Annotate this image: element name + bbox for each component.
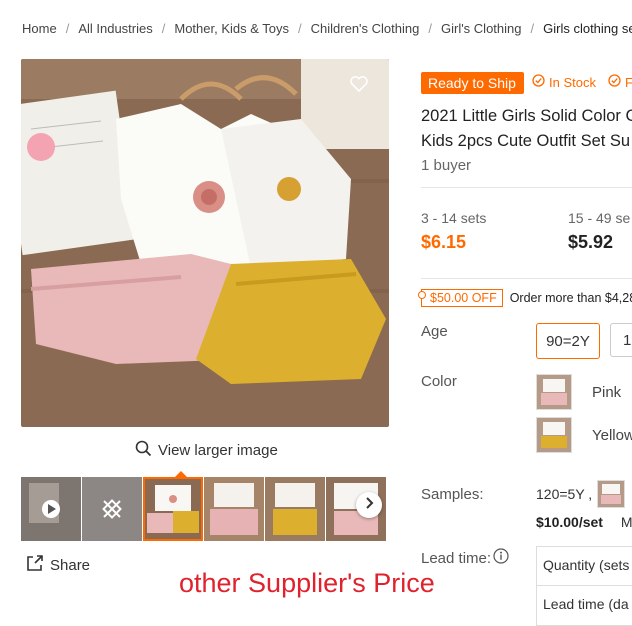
coupon-banner[interactable]: $50.00 OFF Order more than $4,28 <box>418 289 632 307</box>
color-option-yellow[interactable]: Yellow <box>536 417 632 453</box>
breadcrumb-separator: / <box>428 21 432 36</box>
check-circle-icon <box>608 74 621 90</box>
lead-time-days-row: Lead time (da <box>537 585 632 624</box>
chevron-right-icon <box>364 496 374 514</box>
sample-extra: M <box>620 514 632 530</box>
product-title-line-2: Kids 2pcs Cute Outfit Set Su <box>421 132 631 150</box>
sample-size: 120=5Y , <box>536 486 593 502</box>
breadcrumb-girls-clothing[interactable]: Girl's Clothing <box>441 21 522 36</box>
lead-time-quantity-row: Quantity (sets <box>543 557 630 573</box>
breadcrumb: Home / All Industries / Mother, Kids & Toys /… <box>22 21 632 36</box>
yellow-swatch-image <box>536 417 572 453</box>
main-product-image[interactable] <box>21 59 389 427</box>
divider <box>421 278 632 279</box>
fast-dispatch-label: Fa <box>624 74 632 90</box>
coupon-amount: $50.00 OFF <box>418 289 503 307</box>
favorite-heart-icon[interactable] <box>349 74 369 94</box>
thumbnail-video[interactable] <box>21 477 81 541</box>
breadcrumb-mother-kids-toys[interactable]: Mother, Kids & Toys <box>174 21 289 36</box>
check-circle-icon <box>532 74 545 90</box>
color-option-label: Yellow <box>592 426 632 444</box>
age-option-next[interactable]: 1 <box>610 323 632 357</box>
share-label: Share <box>50 556 91 574</box>
price-tier-value: $5.92 <box>568 232 614 252</box>
breadcrumb-home[interactable]: Home <box>22 21 57 36</box>
lead-time-label: Lead time: <box>421 549 492 567</box>
view-larger-image-link[interactable]: View larger image <box>135 440 278 461</box>
ready-to-ship-badge: Ready to Ship <box>421 72 524 94</box>
age-label: Age <box>421 323 448 340</box>
pink-swatch-image <box>536 374 572 410</box>
divider <box>421 187 632 188</box>
overlay-caption: other Supplier's Price <box>179 568 435 598</box>
breadcrumb-all-industries[interactable]: All Industries <box>78 21 152 36</box>
thumbnail-image-3[interactable] <box>265 477 325 541</box>
breadcrumb-childrens-clothing[interactable]: Children's Clothing <box>311 21 420 36</box>
color-option-pink[interactable]: Pink <box>536 374 621 410</box>
lead-time-label-row: Lead time: <box>421 548 509 568</box>
breadcrumb-separator: / <box>530 21 535 36</box>
thumbnail-strip <box>21 477 389 541</box>
magnifier-icon <box>135 440 152 461</box>
thumbnail-image-1[interactable] <box>143 477 203 541</box>
sample-price: $10.00/set <box>536 514 603 530</box>
buyer-count: 1 buyer <box>421 157 472 174</box>
price-tier-value: $6.15 <box>421 232 467 252</box>
breadcrumb-separator: / <box>65 21 70 36</box>
info-icon[interactable] <box>493 548 509 568</box>
color-option-label: Pink <box>592 383 622 401</box>
share-icon <box>26 554 44 576</box>
samples-label: Samples: <box>421 486 484 503</box>
product-title-line-1: 2021 Little Girls Solid Color C <box>421 107 632 125</box>
color-label: Color <box>421 373 457 390</box>
view-larger-label: View larger image <box>158 442 278 459</box>
price-tier-range: 3 - 14 sets <box>421 210 487 226</box>
breadcrumb-separator: / <box>161 21 166 36</box>
breadcrumb-separator: / <box>298 21 302 36</box>
sample-price-row: $10.00/set M <box>536 514 632 530</box>
breadcrumb-current: Girls clothing sets <box>543 21 632 36</box>
lead-time-table: Quantity (sets Lead time (da <box>536 546 632 626</box>
price-tier-1: 3 - 14 sets $6.15 <box>421 210 486 253</box>
price-tier-range: 15 - 49 se <box>568 210 631 226</box>
in-stock-badge: In Stock Fa <box>532 74 632 90</box>
sample-swatch-image <box>597 480 626 508</box>
share-button[interactable]: Share <box>26 554 90 576</box>
thumbnail-image-2[interactable] <box>204 477 264 541</box>
price-tier-2: 15 - 49 se $5.92 <box>568 210 630 253</box>
age-option-90-2y[interactable]: 90=2Y <box>536 323 600 359</box>
coupon-condition: Order more than $4,28 <box>509 291 632 305</box>
thumbnail-360[interactable] <box>82 477 142 541</box>
in-stock-label: In Stock <box>549 74 596 90</box>
product-title: 2021 Little Girls Solid Color C Kids 2pc… <box>421 104 632 154</box>
thumbnail-next-button[interactable] <box>356 492 382 518</box>
sample-option[interactable]: 120=5Y , <box>536 480 626 508</box>
